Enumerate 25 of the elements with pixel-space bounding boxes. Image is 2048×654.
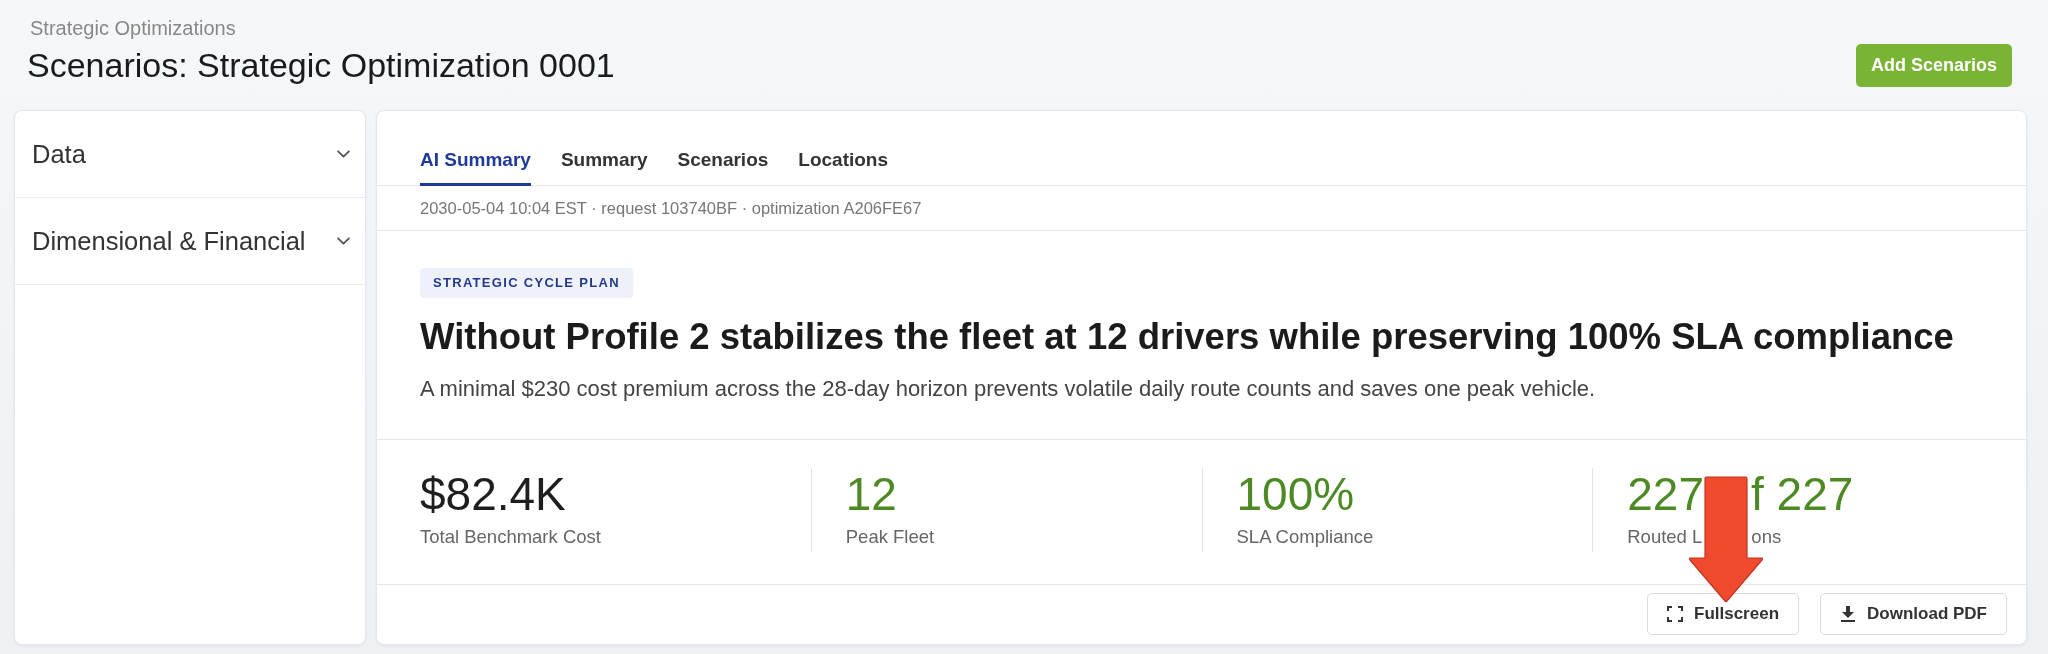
metric-label: SLA Compliance [1236,526,1374,548]
metric-value: 12 [845,468,897,520]
fullscreen-icon [1667,606,1683,622]
metric-value: 227 [1627,468,1704,520]
metric-value: $82.4K [420,468,566,520]
tab[interactable]: AI Summary [420,148,531,186]
metric-label: Peak Fleet [845,526,935,548]
accordion-header[interactable]: Data [15,111,365,198]
action-button[interactable]: Fullscreen [1647,593,1800,635]
metric-label: ons [1751,526,1782,548]
summary-description: A minimal $230 cost premium across the 28-day horizon prevents volatile daily route counts and saves one peak vehicle. [420,375,1597,403]
metric-label: Total Benchmark Cost [420,526,601,548]
metric-label: Routed L [1627,526,1703,548]
metric-value: 100% [1236,468,1355,520]
accordion-header[interactable]: Dimensional & Financial [15,198,365,285]
tab[interactable]: Scenarios [677,148,769,186]
download-icon [1840,606,1857,622]
metric-value: f 227 [1751,468,1854,520]
action-button[interactable]: Download PDF [1820,593,2007,635]
page-title: Scenarios: Strategic Optimization 0001 [27,45,615,85]
summary-headline: Without Profile 2 stabilizes the fleet at 12 drivers while preserving 100% SLA compliance [420,315,1955,359]
run-metadata: 2030-05-04 10:04 EST · request 103740BF · optimization A206FE67 [377,186,2026,231]
plan-tag: STRATEGIC CYCLE PLAN [420,268,633,298]
tab[interactable]: Summary [560,148,648,186]
tab[interactable]: Locations [798,148,889,186]
